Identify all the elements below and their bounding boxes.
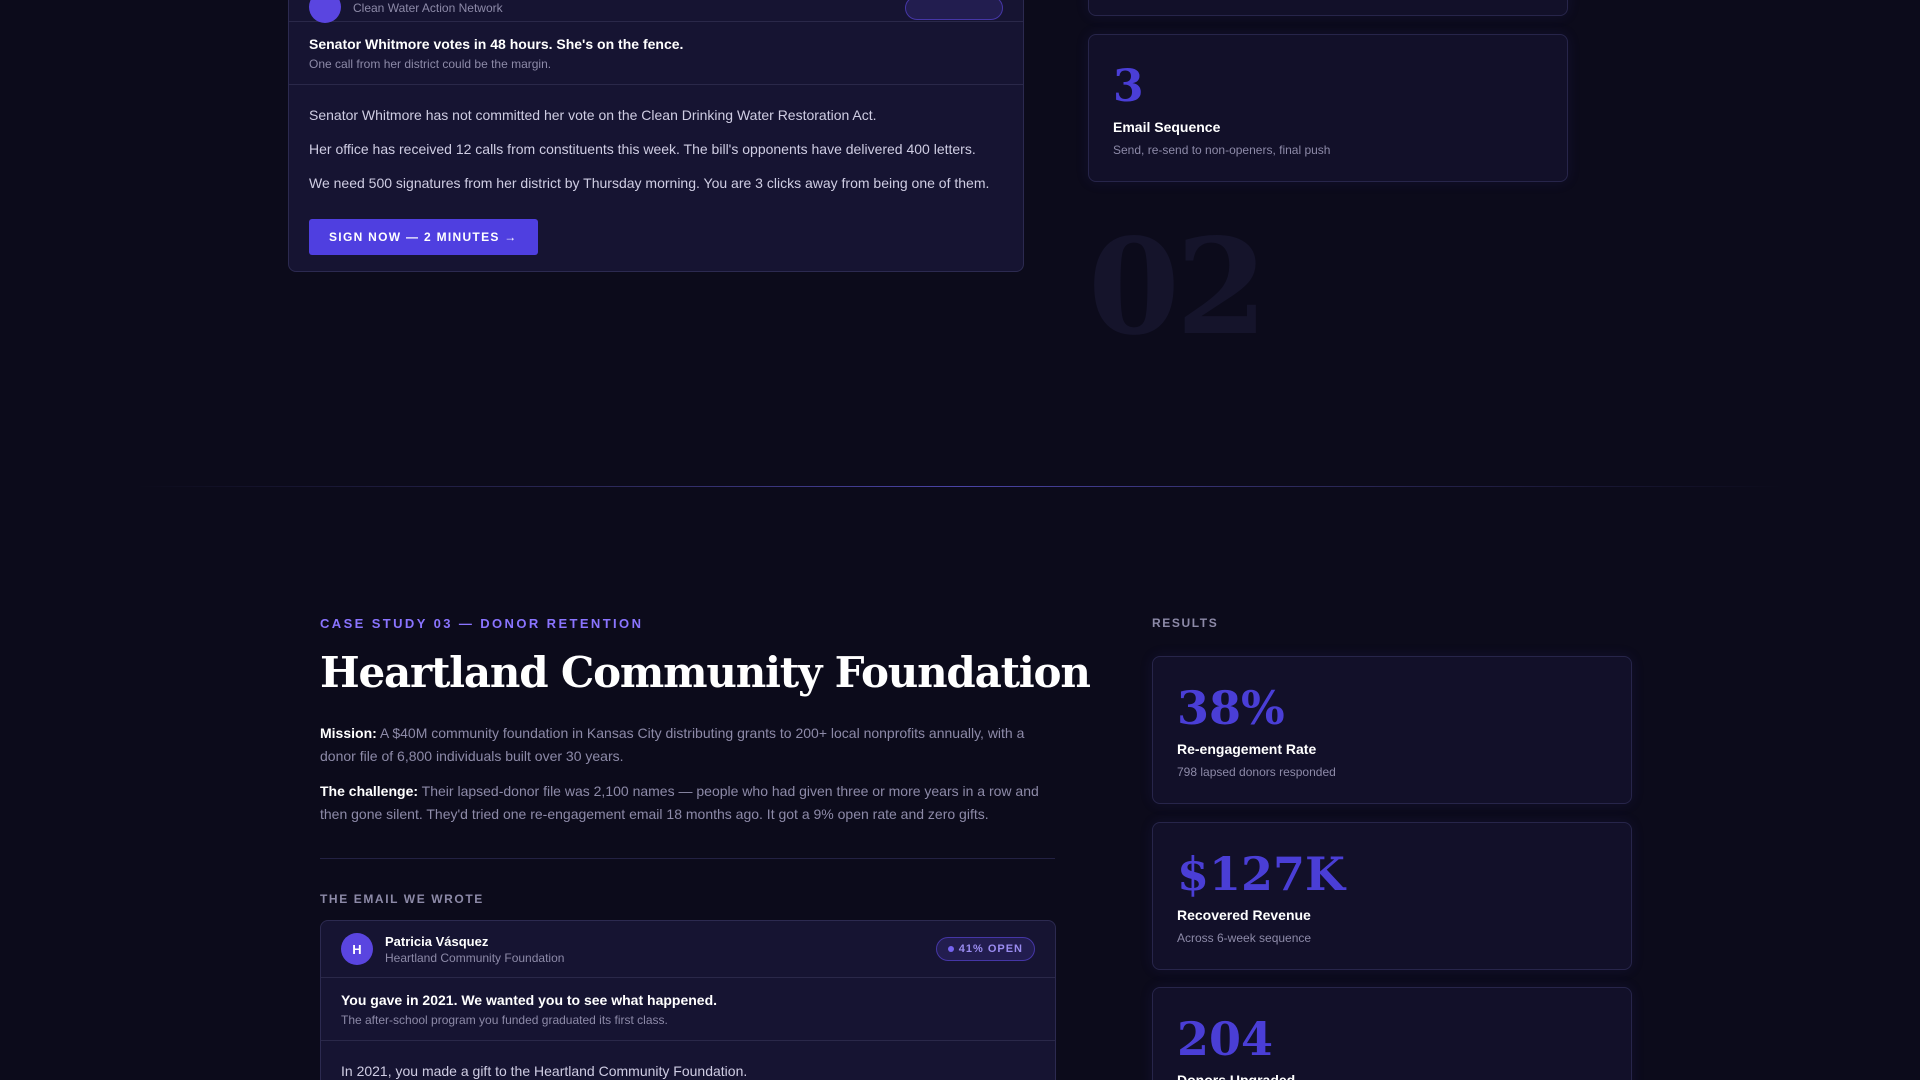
result-value: 38% <box>1177 681 1285 735</box>
sender-organization: Clean Water Action Network <box>353 1 503 15</box>
email-subject: Senator Whitmore votes in 48 hours. She'… <box>309 35 684 52</box>
avatar: H <box>341 933 373 965</box>
email-paragraph: We need 500 signatures from her district… <box>309 175 990 191</box>
email-header: Clean Water Action Network <box>289 0 1023 23</box>
mission-paragraph: Mission: A $40M community foundation in … <box>320 722 1060 768</box>
open-rate-text: 41% OPEN <box>958 943 1023 955</box>
email-body: Senator Whitmore has not committed her v… <box>289 85 1023 255</box>
email-preview-card: H Patricia Vásquez Heartland Community F… <box>320 920 1056 1080</box>
step-number: 3 <box>1113 61 1144 112</box>
section-number-watermark: 02 <box>1088 210 1268 365</box>
result-value: $127K <box>1177 847 1346 901</box>
result-card-revenue: $127K Recovered Revenue Across 6-week se… <box>1152 822 1632 970</box>
result-value: 204 <box>1177 1012 1274 1066</box>
email-subject-block: Senator Whitmore votes in 48 hours. She'… <box>289 22 1023 85</box>
email-header: H Patricia Vásquez Heartland Community F… <box>321 921 1055 978</box>
section-divider <box>136 486 1784 487</box>
avatar <box>309 0 341 23</box>
email-section-label: THE EMAIL WE WROTE <box>320 892 484 906</box>
challenge-text: Their lapsed-donor file was 2,100 names … <box>320 783 1039 822</box>
result-label: Donors Upgraded <box>1177 1072 1296 1080</box>
case-study-eyebrow: CASE STUDY 03 — DONOR RETENTION <box>320 616 644 631</box>
content-divider <box>320 858 1055 859</box>
sign-now-button[interactable]: SIGN NOW — 2 MINUTES → <box>309 219 538 255</box>
status-dot-icon <box>947 946 954 952</box>
process-step-card: 3 Email Sequence Send, re-send to non-op… <box>1088 34 1568 182</box>
email-preview-card: Clean Water Action Network Senator Whitm… <box>288 0 1024 272</box>
result-card-reengagement: 38% Re-engagement Rate 798 lapsed donors… <box>1152 656 1632 804</box>
result-description: 798 lapsed donors responded <box>1177 765 1336 779</box>
email-paragraph: In 2021, you made a gift to the Heartlan… <box>341 1063 748 1079</box>
open-rate-badge: 41% OPEN <box>935 937 1035 961</box>
sender-organization: Heartland Community Foundation <box>385 950 565 965</box>
result-card-upgrades: 204 Donors Upgraded <box>1152 987 1632 1080</box>
sender-name: Patricia Vásquez <box>385 933 489 949</box>
results-label: RESULTS <box>1152 616 1219 630</box>
email-sender: Clean Water Action Network <box>309 0 503 23</box>
email-subject: You gave in 2021. We wanted you to see w… <box>341 991 718 1008</box>
result-description: Across 6-week sequence <box>1177 931 1312 945</box>
mission-label: Mission: <box>320 725 377 741</box>
email-paragraph: Senator Whitmore has not committed her v… <box>309 107 877 123</box>
email-preview-text: The after-school program you funded grad… <box>341 1012 668 1027</box>
email-preview-text: One call from her district could be the … <box>309 56 552 71</box>
email-subject-block: You gave in 2021. We wanted you to see w… <box>321 978 1055 1041</box>
email-paragraph: Her office has received 12 calls from co… <box>309 141 976 157</box>
challenge-paragraph: The challenge: Their lapsed-donor file w… <box>320 780 1060 826</box>
mission-text: A $40M community foundation in Kansas Ci… <box>320 725 1025 764</box>
step-description: Send, re-send to non-openers, final push <box>1113 143 1331 157</box>
challenge-label: The challenge: <box>320 783 419 799</box>
step-title: Email Sequence <box>1113 119 1221 135</box>
stat-card <box>1088 0 1568 16</box>
email-body: In 2021, you made a gift to the Heartlan… <box>321 1041 1055 1080</box>
open-rate-badge <box>905 0 1003 20</box>
email-sender: H Patricia Vásquez Heartland Community F… <box>341 933 564 965</box>
result-label: Re-engagement Rate <box>1177 741 1317 757</box>
result-label: Recovered Revenue <box>1177 907 1311 923</box>
case-study-title: Heartland Community Foundation <box>320 648 1091 697</box>
